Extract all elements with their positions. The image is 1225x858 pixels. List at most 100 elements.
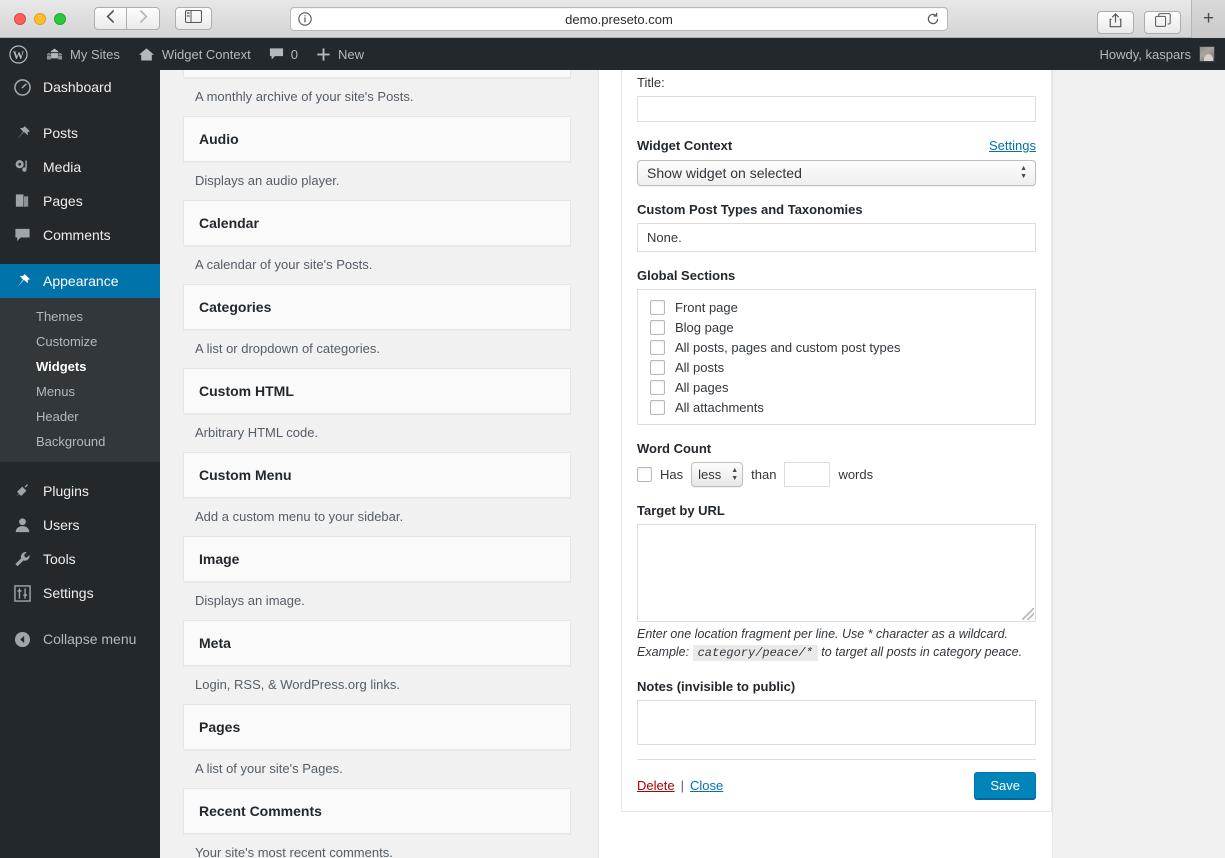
- sidebar-item-dashboard[interactable]: Dashboard: [0, 70, 160, 104]
- sidebar-item-appearance[interactable]: Appearance: [0, 264, 160, 298]
- context-select[interactable]: Show widget on selected ▲ ▼: [637, 160, 1036, 186]
- checkbox-all-posts[interactable]: [650, 360, 665, 375]
- nav-buttons[interactable]: [94, 7, 160, 30]
- widget-context-settings-link[interactable]: Settings: [989, 138, 1036, 153]
- checkbox-row[interactable]: All pages: [650, 380, 1023, 395]
- checkbox-all-posts-pages-cpt[interactable]: [650, 340, 665, 355]
- comment-icon: [12, 227, 32, 243]
- minimize-window-button[interactable]: [34, 12, 46, 25]
- sidebar-item-media[interactable]: Media: [0, 150, 160, 184]
- sidebar-item-tools[interactable]: Tools: [0, 542, 160, 576]
- submenu-item-menus[interactable]: Menus: [0, 379, 160, 404]
- comments-bubble[interactable]: 0: [260, 38, 307, 70]
- new-tab-button[interactable]: +: [1191, 0, 1225, 38]
- my-sites-menu[interactable]: My Sites: [37, 38, 129, 70]
- word-count-number-input[interactable]: [784, 462, 831, 487]
- collapse-menu-button[interactable]: Collapse menu: [0, 622, 160, 656]
- forward-button[interactable]: [127, 7, 160, 30]
- dashboard-icon: [12, 78, 32, 96]
- checkbox-label: Blog page: [675, 320, 734, 335]
- checkbox-row[interactable]: Blog page: [650, 320, 1023, 335]
- submenu-item-customize[interactable]: Customize: [0, 329, 160, 354]
- checkbox-row[interactable]: All posts: [650, 360, 1023, 375]
- checkbox-blog-page[interactable]: [650, 320, 665, 335]
- checkbox-all-pages[interactable]: [650, 380, 665, 395]
- widget-item-meta[interactable]: Meta: [183, 620, 571, 666]
- notes-textarea[interactable]: [637, 699, 1036, 745]
- reader-info-icon[interactable]: [298, 12, 312, 26]
- submenu-item-header[interactable]: Header: [0, 404, 160, 429]
- target-by-url-textarea[interactable]: [637, 524, 1036, 622]
- address-bar[interactable]: demo.preseto.com: [290, 7, 948, 31]
- share-icon: [1109, 12, 1122, 33]
- wrench-icon: [12, 551, 32, 568]
- word-count-compare-value: less: [698, 467, 722, 482]
- stepper-icon: ▲ ▼: [1020, 165, 1027, 180]
- pin-icon: [12, 125, 32, 142]
- checkbox-row[interactable]: All attachments: [650, 400, 1023, 415]
- title-input[interactable]: [637, 96, 1036, 122]
- widget-desc: A monthly archive of your site's Posts.: [195, 89, 414, 104]
- widget-item-pages[interactable]: Pages: [183, 704, 571, 750]
- checkbox-front-page[interactable]: [650, 300, 665, 315]
- sidebar-item-label: Tools: [43, 551, 76, 567]
- submenu-item-widgets[interactable]: Widgets: [0, 354, 160, 379]
- close-window-button[interactable]: [14, 12, 26, 25]
- show-tabs-icon: [1154, 13, 1171, 32]
- save-button[interactable]: Save: [974, 771, 1036, 799]
- sidebar-item-plugins[interactable]: Plugins: [0, 474, 160, 508]
- howdy-label: Howdy, kaspars: [1099, 46, 1191, 62]
- sidebar-item-label: Dashboard: [43, 79, 112, 95]
- widget-item-categories[interactable]: Categories: [183, 284, 571, 330]
- stepper-icon: ▲ ▼: [731, 466, 739, 482]
- svg-text:W: W: [13, 49, 25, 61]
- sidebar-item-settings[interactable]: Settings: [0, 576, 160, 610]
- window-traffic-lights[interactable]: [14, 12, 66, 25]
- sidebar-item-label: Posts: [43, 125, 79, 141]
- word-count-words-label: words: [838, 467, 874, 482]
- sidebar-item-comments[interactable]: Comments: [0, 218, 160, 252]
- widget-item-recent-comments[interactable]: Recent Comments: [183, 788, 571, 834]
- checkbox-row[interactable]: Front page: [650, 300, 1023, 315]
- wordpress-logo-menu[interactable]: W: [0, 38, 37, 70]
- global-sections-heading: Global Sections: [637, 268, 736, 283]
- comment-count: 0: [290, 46, 298, 62]
- sidebar-item-posts[interactable]: Posts: [0, 116, 160, 150]
- account-menu[interactable]: Howdy, kaspars: [1099, 46, 1225, 62]
- word-count-compare-select[interactable]: less ▲ ▼: [691, 462, 744, 487]
- sidebar-item-label: Pages: [43, 193, 83, 209]
- back-button[interactable]: [94, 7, 127, 30]
- checkbox-all-attachments[interactable]: [650, 400, 665, 415]
- site-name-menu[interactable]: Widget Context: [129, 38, 260, 70]
- delete-link[interactable]: Delete: [637, 778, 675, 793]
- close-link[interactable]: Close: [690, 778, 723, 793]
- widget-settings-panel: Title: Widget Context Settings Show widg…: [621, 70, 1052, 812]
- widget-item-archives[interactable]: [183, 70, 571, 78]
- sidebar-item-label: Users: [43, 517, 80, 533]
- show-tabs-button[interactable]: [1144, 11, 1181, 34]
- widget-item-audio[interactable]: Audio: [183, 116, 571, 162]
- widget-item-calendar[interactable]: Calendar: [183, 200, 571, 246]
- widget-item-image[interactable]: Image: [183, 536, 571, 582]
- sidebar-toggle-button[interactable]: [175, 7, 212, 30]
- submenu-item-themes[interactable]: Themes: [0, 304, 160, 329]
- widget-item-custom-html[interactable]: Custom HTML: [183, 368, 571, 414]
- word-count-heading: Word Count: [637, 441, 712, 456]
- sidebar-item-label: Comments: [43, 227, 111, 243]
- chevron-right-icon: [139, 9, 148, 28]
- new-content-menu[interactable]: New: [307, 38, 373, 70]
- reload-icon[interactable]: [926, 12, 940, 26]
- checkbox-row[interactable]: All posts, pages and custom post types: [650, 340, 1023, 355]
- browser-right-actions: +: [1097, 0, 1225, 38]
- sidebar-item-users[interactable]: Users: [0, 508, 160, 542]
- maximize-window-button[interactable]: [54, 12, 66, 25]
- submenu-item-background[interactable]: Background: [0, 429, 160, 454]
- widget-item-custom-menu[interactable]: Custom Menu: [183, 452, 571, 498]
- checkbox-word-count[interactable]: [637, 467, 652, 482]
- share-button[interactable]: [1097, 11, 1134, 34]
- widget-desc: A list or dropdown of categories.: [195, 341, 380, 356]
- resize-handle-icon[interactable]: [1022, 608, 1034, 620]
- sidebar-item-pages[interactable]: Pages: [0, 184, 160, 218]
- widget-desc: A calendar of your site's Posts.: [195, 257, 373, 272]
- sidebar-item-label: Settings: [43, 585, 94, 601]
